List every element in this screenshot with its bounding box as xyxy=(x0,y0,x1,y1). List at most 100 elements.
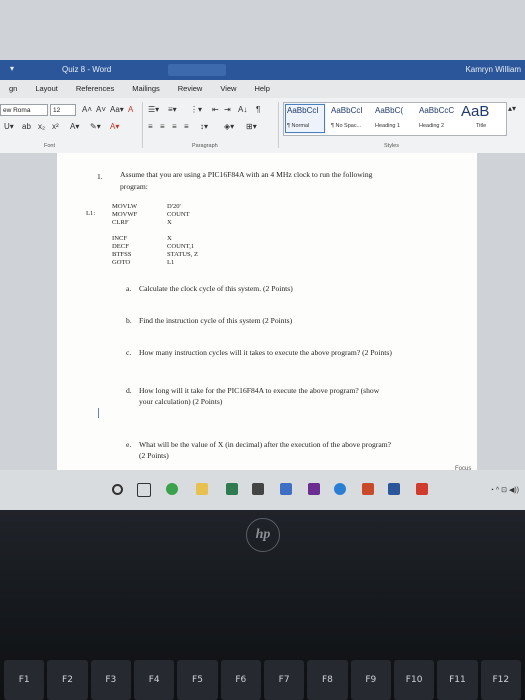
superscript-icon[interactable]: x² xyxy=(52,122,59,132)
style-sample: AaBbCcI xyxy=(331,106,363,115)
part-text: Find the instruction cycle of this syste… xyxy=(139,316,293,325)
part-letter: d. xyxy=(126,386,132,395)
change-case-icon[interactable]: Aa▾ xyxy=(110,105,124,115)
key[interactable]: F2 xyxy=(47,660,88,700)
code-opcode: CLRF xyxy=(112,219,129,227)
laptop-screen: ▾ Quiz 8 - Word Kamryn William gn Layout… xyxy=(0,0,525,510)
code-operand: X xyxy=(167,234,172,242)
style-heading-2[interactable]: AaBbCcC Heading 2 xyxy=(416,103,458,134)
keyboard-function-row: F1 F2 F3 F4 F5 F6 F7 F8 F9 F10 F11 F12 xyxy=(0,660,525,700)
divider xyxy=(142,102,143,148)
numbering-icon[interactable]: ≡▾ xyxy=(168,105,177,115)
tab-view[interactable]: View xyxy=(211,80,245,98)
align-right-icon[interactable]: ≡ xyxy=(172,122,177,132)
tab-review[interactable]: Review xyxy=(169,80,212,98)
borders-icon[interactable]: ⊞▾ xyxy=(246,122,257,132)
key[interactable]: F3 xyxy=(90,660,131,700)
text-effects-icon[interactable]: A▾ xyxy=(70,122,79,132)
part-letter: a. xyxy=(126,284,132,293)
key[interactable]: F4 xyxy=(133,660,175,700)
code-operands: D'20' COUNT X X COUNT,1 STATUS, Z L1 xyxy=(167,203,198,267)
shrink-font-icon[interactable]: A˅ xyxy=(96,105,106,115)
font-size-select[interactable]: 12 xyxy=(50,104,76,116)
decrease-indent-icon[interactable]: ⇤ xyxy=(212,105,219,115)
style-name: ¶ Normal xyxy=(287,123,310,129)
clear-formatting-icon[interactable]: A xyxy=(128,105,133,115)
app-icon[interactable] xyxy=(226,483,238,495)
part-letter: e. xyxy=(126,440,132,449)
word-icon[interactable] xyxy=(388,483,400,495)
sort-icon[interactable]: A↓ xyxy=(238,105,247,115)
file-explorer-icon[interactable] xyxy=(196,483,208,495)
tab-help[interactable]: Help xyxy=(245,80,278,98)
align-left-icon[interactable]: ≡ xyxy=(148,122,153,132)
mail-icon[interactable] xyxy=(280,483,292,495)
quick-access-icon[interactable]: ▾ xyxy=(10,64,14,73)
subscript-icon[interactable]: x₂ xyxy=(38,122,45,132)
multilevel-list-icon[interactable]: ⋮▾ xyxy=(190,105,202,115)
key[interactable]: F5 xyxy=(177,660,218,700)
part-text: What will be the value of X (in decimal)… xyxy=(139,440,391,449)
title-bar: ▾ Quiz 8 - Word Kamryn William xyxy=(0,60,525,80)
window-title: Quiz 8 - Word xyxy=(62,65,112,74)
style-heading-1[interactable]: AaBbC( Heading 1 xyxy=(372,103,414,134)
font-group-label: Font xyxy=(44,143,56,149)
styles-group-label: Styles xyxy=(384,143,399,149)
code-opcode: GOTO xyxy=(112,259,131,267)
powerpoint-icon[interactable] xyxy=(362,483,374,495)
onenote-icon[interactable] xyxy=(308,483,320,495)
key[interactable]: F12 xyxy=(480,660,521,700)
tab-layout[interactable]: Layout xyxy=(26,80,67,98)
bullets-icon[interactable]: ☰▾ xyxy=(148,105,159,115)
align-center-icon[interactable]: ≡ xyxy=(160,122,165,132)
user-name[interactable]: Kamryn William xyxy=(465,65,521,74)
question-text: program: xyxy=(120,182,148,191)
divider xyxy=(278,102,279,148)
system-tray[interactable]: ◔ ^ ⊡ ◀)) xyxy=(490,486,519,494)
highlight-icon[interactable]: ✎▾ xyxy=(90,122,101,132)
question-text: Assume that you are using a PIC16F84A wi… xyxy=(120,170,373,179)
strikethrough-icon[interactable]: ab xyxy=(22,122,31,132)
key[interactable]: F6 xyxy=(220,660,261,700)
code-operand: D'20' xyxy=(167,203,181,210)
edge-icon[interactable] xyxy=(334,483,346,495)
ribbon-tabs: gn Layout References Mailings Review Vie… xyxy=(0,80,525,98)
style-title[interactable]: AaB Title xyxy=(458,103,500,134)
acrobat-icon[interactable] xyxy=(416,483,428,495)
key[interactable]: F10 xyxy=(393,660,435,700)
style-sample: AaBbCcC xyxy=(419,106,455,115)
key[interactable]: F11 xyxy=(437,660,478,700)
code-opcode: INCF xyxy=(112,234,128,242)
text-cursor xyxy=(98,408,99,418)
key[interactable]: F1 xyxy=(4,660,45,700)
search-box[interactable] xyxy=(168,64,226,76)
key[interactable]: F8 xyxy=(307,660,348,700)
task-view-icon[interactable] xyxy=(137,483,151,497)
tab-references[interactable]: References xyxy=(67,80,123,98)
key[interactable]: F7 xyxy=(263,660,305,700)
style-no-spacing[interactable]: AaBbCcI ¶ No Spac... xyxy=(328,103,370,134)
style-normal[interactable]: AaBbCcI ¶ Normal xyxy=(284,103,326,134)
justify-icon[interactable]: ≡ xyxy=(184,122,189,132)
tab-mailings[interactable]: Mailings xyxy=(123,80,169,98)
style-sample: AaBbCcI xyxy=(287,106,319,115)
font-color-icon[interactable]: A▾ xyxy=(110,122,119,132)
code-opcode: BTFSS xyxy=(112,251,132,259)
font-name-select[interactable]: ew Roma xyxy=(0,104,48,116)
increase-indent-icon[interactable]: ⇥ xyxy=(224,105,231,115)
line-spacing-icon[interactable]: ↕▾ xyxy=(200,122,208,132)
taskbar: ◔ ^ ⊡ ◀)) xyxy=(0,470,525,510)
styles-scroll-icon[interactable]: ▴▾ xyxy=(508,104,516,114)
tab-design[interactable]: gn xyxy=(0,80,26,98)
grow-font-icon[interactable]: A˄ xyxy=(82,105,92,115)
document-page[interactable] xyxy=(57,153,477,471)
chrome-icon[interactable] xyxy=(166,483,178,495)
underline-icon[interactable]: U▾ xyxy=(4,122,14,132)
store-icon[interactable] xyxy=(252,483,264,495)
code-operand: COUNT xyxy=(167,211,190,219)
shading-icon[interactable]: ◈▾ xyxy=(224,122,234,132)
pilcrow-icon[interactable]: ¶ xyxy=(256,105,260,115)
part-text: How long will it take for the PIC16F84A … xyxy=(139,386,380,395)
key[interactable]: F9 xyxy=(350,660,391,700)
cortana-icon[interactable] xyxy=(112,484,123,495)
